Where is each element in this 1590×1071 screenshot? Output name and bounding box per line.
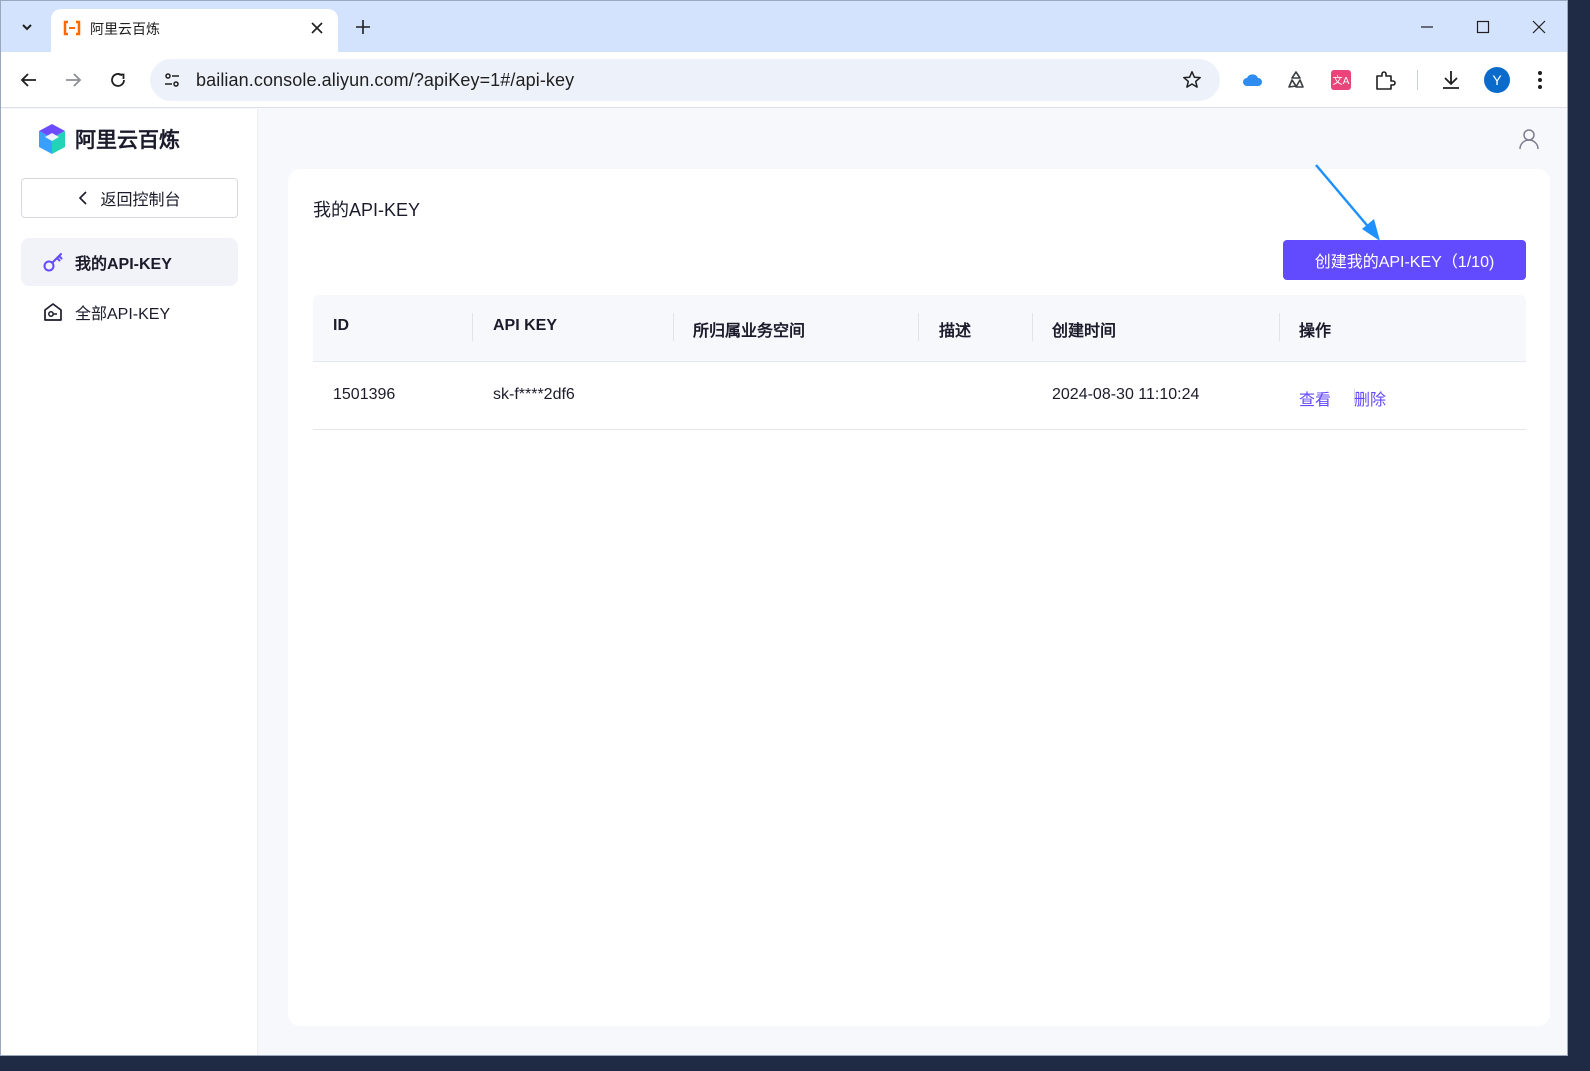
column-header-id: ID (333, 317, 349, 334)
create-api-key-button[interactable]: 创建我的API-KEY（1/10) (1283, 240, 1526, 280)
back-to-console-label: 返回控制台 (100, 192, 181, 209)
column-divider (1279, 313, 1280, 341)
column-header-actions: 操作 (1299, 323, 1332, 340)
cloud-icon (1243, 74, 1262, 86)
sidebar-item-my-api-key[interactable]: 我的API-KEY (21, 238, 238, 286)
sidebar: 阿里云百炼 返回控制台 我的API-KEY 全部API-KEY (1, 109, 258, 1055)
column-divider (1032, 313, 1033, 341)
table-row: 1501396 sk-f****2df6 2024-08-30 11:10:24… (313, 362, 1526, 430)
tab-title: 阿里云百炼 (90, 21, 160, 37)
table-header: ID API KEY 所归属业务空间 描述 创建时间 操作 (313, 295, 1526, 362)
browser-toolbar: bailian.console.aliyun.com/?apiKey=1#/ap… (1, 52, 1567, 108)
tab-strip: 阿里云百炼 (1, 1, 1567, 52)
main-content: 我的API-KEY 创建我的API-KEY（1/10) ID API KEY 所… (258, 109, 1567, 1055)
brand-name: 阿里云百炼 (75, 129, 180, 152)
cell-api-key: sk-f****2df6 (493, 386, 575, 403)
extensions-button[interactable] (1371, 66, 1399, 94)
view-link[interactable]: 查看 (1299, 386, 1331, 410)
browser-menu-button[interactable] (1526, 66, 1554, 94)
column-divider (472, 313, 473, 341)
toolbar-divider (1417, 70, 1418, 90)
new-tab-button[interactable] (349, 13, 377, 41)
column-header-description: 描述 (939, 323, 972, 340)
recycle-extension-button[interactable] (1282, 66, 1310, 94)
download-icon (1443, 71, 1459, 89)
profile-avatar[interactable]: Y (1484, 67, 1510, 93)
back-to-console-button[interactable]: 返回控制台 (21, 178, 238, 218)
column-header-created-at: 创建时间 (1052, 323, 1117, 340)
maximize-icon (1476, 20, 1490, 34)
forward-button[interactable] (57, 64, 89, 96)
api-key-table: ID API KEY 所归属业务空间 描述 创建时间 操作 1501396 sk… (313, 295, 1526, 430)
sidebar-item-all-api-key[interactable]: 全部API-KEY (21, 288, 238, 336)
reload-icon (111, 73, 125, 87)
sidebar-item-label: 我的API-KEY (75, 256, 172, 273)
chevron-left-icon (79, 191, 88, 205)
recycle-icon (1288, 71, 1304, 88)
bailian-logo-icon (39, 124, 65, 154)
site-info-icon[interactable] (160, 68, 184, 92)
column-divider (673, 313, 674, 341)
sidebar-item-label: 全部API-KEY (75, 306, 171, 323)
close-icon (1532, 20, 1546, 34)
svg-text:文A: 文A (1333, 74, 1350, 87)
close-icon (311, 22, 323, 34)
cloud-extension-button[interactable] (1238, 66, 1266, 94)
puzzle-icon (1376, 71, 1396, 90)
aliyun-logo-icon (63, 20, 81, 36)
more-vertical-icon (1538, 71, 1542, 89)
column-header-workspace: 所归属业务空间 (693, 323, 806, 340)
minimize-icon (1421, 26, 1433, 28)
column-header-api-key: API KEY (493, 317, 558, 334)
user-icon[interactable] (1517, 127, 1541, 151)
reload-button[interactable] (102, 64, 134, 96)
api-key-card: 我的API-KEY 创建我的API-KEY（1/10) ID API KEY 所… (288, 169, 1550, 1026)
maximize-button[interactable] (1468, 12, 1498, 42)
translate-extension-button[interactable]: 文A (1327, 66, 1355, 94)
home-key-icon (41, 300, 65, 324)
star-icon (1183, 71, 1201, 88)
delete-link[interactable]: 删除 (1354, 386, 1386, 410)
browser-window: 阿里云百炼 bailian.console.aliyun.com/?apiKey… (0, 0, 1568, 1056)
window-close-button[interactable] (1524, 12, 1554, 42)
browser-tab[interactable]: 阿里云百炼 (51, 9, 338, 52)
url-text[interactable]: bailian.console.aliyun.com/?apiKey=1#/ap… (196, 70, 574, 91)
address-bar[interactable]: bailian.console.aliyun.com/?apiKey=1#/ap… (150, 59, 1220, 101)
page-title: 我的API-KEY (313, 200, 421, 220)
plus-icon (356, 20, 370, 34)
back-button[interactable] (13, 64, 45, 96)
tab-close-button[interactable] (307, 18, 327, 38)
column-divider (918, 313, 919, 341)
tab-search-button[interactable] (11, 11, 43, 43)
chevron-down-icon (22, 24, 32, 31)
cell-id: 1501396 (333, 386, 396, 403)
translate-icon: 文A (1331, 70, 1351, 90)
arrow-right-icon (66, 73, 82, 87)
key-icon (41, 250, 65, 274)
downloads-button[interactable] (1437, 66, 1465, 94)
minimize-button[interactable] (1412, 12, 1442, 42)
bookmark-star-button[interactable] (1180, 68, 1204, 92)
arrow-left-icon (20, 73, 36, 87)
cell-created-at: 2024-08-30 11:10:24 (1052, 386, 1200, 403)
brand[interactable]: 阿里云百炼 (37, 123, 180, 155)
